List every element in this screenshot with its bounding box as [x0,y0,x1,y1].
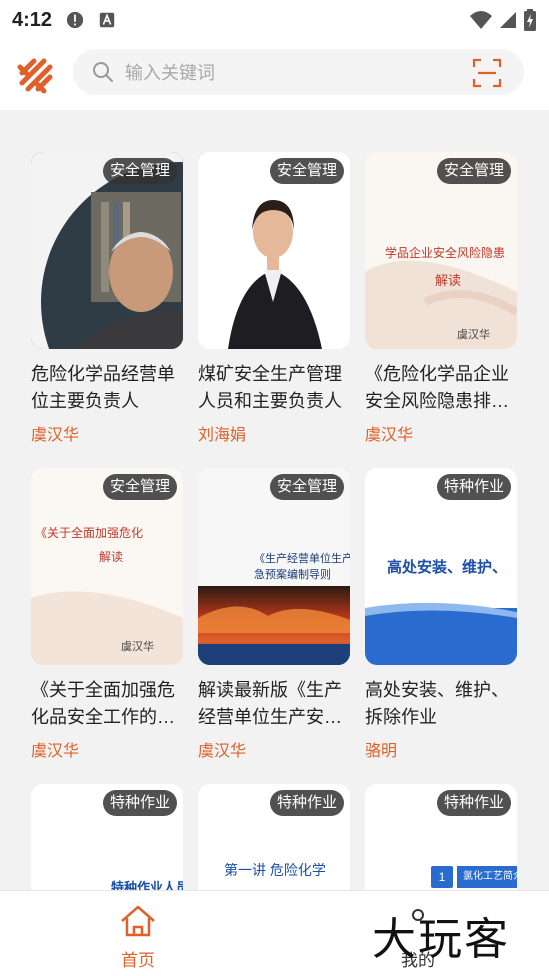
slide-title: 特种作业人员 [111,880,183,890]
course-card[interactable]: 《关于全面加强危化 解读 虞汉华 安全管理 《关于全面加强危化品安全工作的… 虞… [31,468,183,761]
slide-presenter: 虞汉华 [457,328,490,341]
slide-title: 高处安装、维护、 [387,559,508,576]
course-card[interactable]: 安全管理 煤矿安全生产管理人员和主要负责人 刘海娟 [198,152,350,445]
course-author: 刘海娟 [198,427,247,444]
course-thumbnail: 1 氯化工艺简介 特种作业 [365,784,517,890]
nav-home-tab[interactable]: 首页 [100,903,176,971]
course-title: 高处安装、维护、拆除作业 [365,680,509,727]
course-thumbnail: 特种作业人员 特种作业 [31,784,183,890]
wifi-icon [470,11,492,29]
scan-icon[interactable] [472,58,502,88]
course-list: 安全管理 危险化学品经营单位主要负责人 虞汉华 安全管理 煤矿安全生产管理人员和… [0,110,549,890]
category-badge: 特种作业 [436,474,511,500]
slide-title: 《关于全面加强危化 [35,526,144,540]
course-author: 虞汉华 [198,743,247,760]
course-title: 《危险化学品企业安全风险隐患排… [365,364,509,411]
course-title: 煤矿安全生产管理人员和主要负责人 [198,364,342,411]
category-badge: 特种作业 [269,790,344,816]
battery-icon [524,9,536,31]
slide-title: 氯化工艺简介 [457,866,517,888]
category-badge: 安全管理 [269,474,344,500]
slide-subtitle: 急预案编制导则 [254,569,331,581]
category-badge: 安全管理 [102,474,177,500]
status-time: 4:12 [12,8,53,31]
slide-subtitle: 解读 [435,274,462,289]
course-thumbnail: 《生产经营单位生产 急预案编制导则 安全管理 [198,468,350,665]
course-card[interactable]: 第一讲 危险化学 特种作业 [198,784,350,890]
app-logo-icon[interactable] [14,53,58,97]
category-badge: 安全管理 [102,158,177,184]
course-thumbnail: 学品企业安全风险隐患 解读 虞汉华 安全管理 [365,152,517,349]
course-thumbnail: 安全管理 [31,152,183,349]
course-card[interactable]: 特种作业人员 特种作业 [31,784,183,890]
course-author: 虞汉华 [31,743,80,760]
alert-icon [66,11,84,29]
course-thumbnail: 高处安装、维护、 特种作业 [365,468,517,665]
course-card[interactable]: 安全管理 危险化学品经营单位主要负责人 虞汉华 [31,152,183,445]
course-card[interactable]: 1 氯化工艺简介 特种作业 [365,784,517,890]
slide-title: 第一讲 危险化学 [224,862,326,878]
signal-icon [500,12,516,28]
slide-number: 1 [431,866,453,888]
slide-presenter: 虞汉华 [121,640,154,653]
course-card[interactable]: 高处安装、维护、 特种作业 高处安装、维护、拆除作业 骆明 [365,468,517,761]
watermark: 大玩客 [372,914,510,965]
category-badge: 特种作业 [436,790,511,816]
slide-title: 《生产经营单位生产 [254,553,350,565]
search-bar[interactable]: 输入关键词 [73,49,524,95]
course-thumbnail: 第一讲 危险化学 特种作业 [198,784,350,890]
nav-home-label: 首页 [121,951,155,970]
course-title: 《关于全面加强危化品安全工作的… [31,680,175,727]
course-author: 虞汉华 [31,427,80,444]
course-thumbnail: 《关于全面加强危化 解读 虞汉华 安全管理 [31,468,183,665]
status-bar: 4:12 [0,0,549,40]
category-badge: 安全管理 [436,158,511,184]
search-input[interactable]: 输入关键词 [125,59,215,85]
slide-subtitle: 解读 [99,550,124,564]
course-card[interactable]: 《生产经营单位生产 急预案编制导则 安全管理 解读最新版《生产经营单位生产安… … [198,468,350,761]
slide-title: 学品企业安全风险隐患 [385,246,506,260]
home-icon [121,905,155,937]
course-thumbnail: 安全管理 [198,152,350,349]
course-author: 骆明 [365,743,398,760]
course-card[interactable]: 学品企业安全风险隐患 解读 虞汉华 安全管理 《危险化学品企业安全风险隐患排… … [365,152,517,445]
course-author: 虞汉华 [365,427,414,444]
search-icon [93,62,113,82]
category-badge: 特种作业 [102,790,177,816]
top-bar: 输入关键词 [0,40,549,110]
course-title: 解读最新版《生产经营单位生产安… [198,680,342,727]
font-icon [99,12,115,28]
course-title: 危险化学品经营单位主要负责人 [31,364,175,411]
category-badge: 安全管理 [269,158,344,184]
bottom-nav: 首页 我的 大玩客 [0,890,549,976]
